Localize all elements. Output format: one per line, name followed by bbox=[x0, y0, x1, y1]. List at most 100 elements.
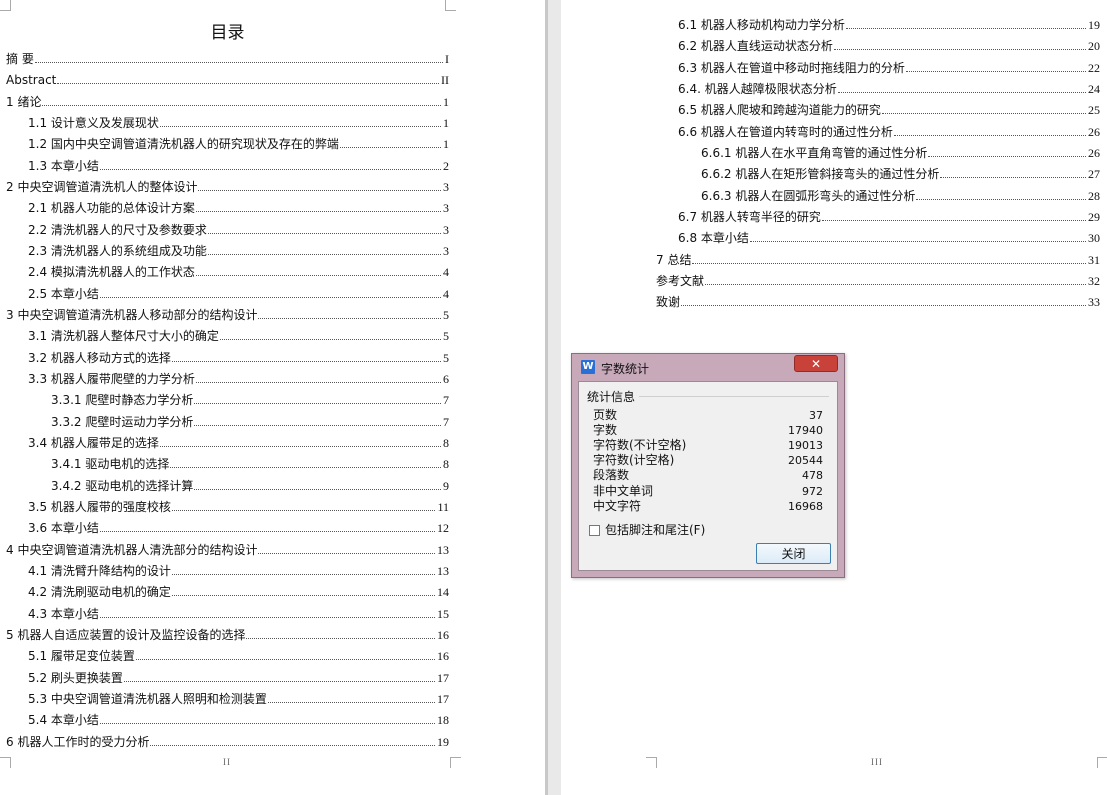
toc-page-number: 3 bbox=[443, 222, 449, 237]
toc-page-number: 6 bbox=[443, 371, 449, 386]
toc-leader-dots bbox=[171, 595, 435, 597]
toc-entry[interactable]: 4.2 清洗刷驱动电机的确定 14 bbox=[28, 585, 449, 599]
page-corner-mark bbox=[445, 0, 456, 11]
toc-entry[interactable]: 3.1 清洗机器人整体尺寸大小的确定 5 bbox=[28, 329, 449, 343]
toc-entry[interactable]: 5.2 刷头更换装置 17 bbox=[28, 671, 449, 685]
toc-page-number: 5 bbox=[443, 307, 449, 322]
toc-leader-dots bbox=[845, 28, 1086, 29]
toc-entry[interactable]: 2.5 本章小结 4 bbox=[28, 287, 449, 301]
toc-entry[interactable]: 4.3 本章小结 15 bbox=[28, 607, 449, 621]
toc-entry[interactable]: 致谢 33 bbox=[656, 295, 1100, 309]
toc-leader-dots bbox=[821, 219, 1086, 221]
toc-entry[interactable]: 6.4. 机器人越障极限状态分析 24 bbox=[678, 82, 1100, 96]
close-icon[interactable]: ✕ bbox=[794, 355, 838, 372]
toc-entry[interactable]: 6 机器人工作时的受力分析 19 bbox=[6, 735, 449, 749]
toc-entry[interactable]: 3.3.1 爬壁时静态力学分析 7 bbox=[51, 393, 449, 407]
toc-entry[interactable]: 参考文献 32 bbox=[656, 274, 1100, 288]
toc-page-number: 16 bbox=[437, 649, 449, 664]
toc-entry[interactable]: 2.2 清洗机器人的尺寸及参数要求 3 bbox=[28, 223, 449, 237]
stat-row: 字符数(不计空格) 19013 bbox=[593, 438, 823, 453]
toc-entry[interactable]: 6.7 机器人转弯半径的研究 29 bbox=[678, 210, 1100, 224]
toc-entry[interactable]: 1 绪论 1 bbox=[6, 95, 449, 109]
toc-leader-dots bbox=[692, 262, 1086, 264]
toc-entry[interactable]: 6.6.1 机器人在水平直角弯管的通过性分析 26 bbox=[701, 146, 1100, 160]
toc-entry[interactable]: 6.5 机器人爬坡和跨越沟道能力的研究 25 bbox=[678, 103, 1100, 117]
toc-page-number: 5 bbox=[443, 329, 449, 344]
toc-entry[interactable]: 6.6.3 机器人在圆弧形弯头的通过性分析 28 bbox=[701, 189, 1100, 203]
toc-leader-dots bbox=[195, 381, 441, 383]
toc-entry[interactable]: 4.1 清洗臂升降结构的设计 13 bbox=[28, 564, 449, 578]
toc-entry[interactable]: 5 机器人自适应装置的设计及监控设备的选择 16 bbox=[6, 628, 449, 642]
toc-entry[interactable]: 6.2 机器人直线运动状态分析 20 bbox=[678, 39, 1100, 53]
toc-leader-dots bbox=[171, 509, 436, 511]
toc-entry[interactable]: 5.4 本章小结 18 bbox=[28, 713, 449, 727]
toc-entry[interactable]: 6.6 机器人在管道内转弯时的通过性分析 26 bbox=[678, 125, 1100, 139]
stat-value: 478 bbox=[802, 469, 823, 483]
close-button[interactable]: 关闭 bbox=[756, 543, 831, 564]
page-corner-mark bbox=[1097, 757, 1107, 768]
toc-entry[interactable]: 3.4.2 驱动电机的选择计算 9 bbox=[51, 479, 449, 493]
toc-page-number: 1 bbox=[443, 94, 449, 109]
toc-entry[interactable]: 6.6.2 机器人在矩形管斜接弯头的通过性分析 27 bbox=[701, 167, 1100, 181]
toc-entry[interactable]: 6.3 机器人在管道中移动时拖线阻力的分析 22 bbox=[678, 61, 1100, 75]
toc-entry[interactable]: 3.3.2 爬壁时运动力学分析 7 bbox=[51, 415, 449, 429]
document-page-left[interactable]: 目录 摘 要 I Abstract II 1 绪论 1 1.1 设计意义及发展现状 1 1.2 … bbox=[0, 0, 545, 795]
checkbox-icon[interactable] bbox=[589, 525, 600, 536]
toc-leader-dots bbox=[940, 177, 1086, 179]
toc-entry[interactable]: 5.1 履带足变位装置 16 bbox=[28, 649, 449, 663]
toc-entry[interactable]: 3.3 机器人履带爬壁的力学分析 6 bbox=[28, 372, 449, 386]
toc-page-number: 3 bbox=[443, 243, 449, 258]
toc-entry[interactable]: 4 中央空调管道清洗机器人清洗部分的结构设计 13 bbox=[6, 543, 449, 557]
toc-leader-dots bbox=[42, 104, 441, 106]
toc-entry[interactable]: 1.2 国内中央空调管道清洗机器人的研究现状及存在的弊端 1 bbox=[28, 137, 449, 151]
toc-entry[interactable]: 3.2 机器人移动方式的选择 5 bbox=[28, 351, 449, 365]
toc-entry[interactable]: 2 中央空调管道清洗机人的整体设计 3 bbox=[6, 180, 449, 194]
toc-entry-text: Abstract bbox=[6, 73, 57, 88]
toc-page-number: 31 bbox=[1088, 252, 1100, 267]
toc-leader-dots bbox=[159, 445, 441, 447]
stat-value: 16968 bbox=[788, 499, 823, 513]
toc-leader-dots bbox=[893, 134, 1086, 136]
toc-entry[interactable]: 1.1 设计意义及发展现状 1 bbox=[28, 116, 449, 130]
toc-entry-text: 2 中央空调管道清洗机人的整体设计 bbox=[6, 179, 198, 194]
toc-entry[interactable]: 7 总结 31 bbox=[656, 253, 1100, 267]
toc-leader-dots bbox=[258, 317, 441, 319]
toc-leader-dots bbox=[207, 232, 441, 234]
toc-entry[interactable]: 2.1 机器人功能的总体设计方案 3 bbox=[28, 201, 449, 215]
toc-entry-text: 6.6.3 机器人在圆弧形弯头的通过性分析 bbox=[701, 188, 916, 203]
toc-entry[interactable]: 摘 要I bbox=[6, 52, 449, 66]
toc-leader-dots bbox=[246, 637, 435, 639]
toc-leader-dots bbox=[928, 155, 1086, 157]
dialog-titlebar[interactable]: W 字数统计 ✕ bbox=[572, 354, 844, 380]
toc-entry[interactable]: 6.8 本章小结 30 bbox=[678, 231, 1100, 245]
toc-entry[interactable]: Abstract II bbox=[6, 73, 449, 87]
toc-entry[interactable]: 3.5 机器人履带的强度校核 11 bbox=[28, 500, 449, 514]
toc-entry[interactable]: 1.3 本章小结 2 bbox=[28, 159, 449, 173]
toc-page-number: 33 bbox=[1088, 295, 1100, 310]
toc-leader-dots bbox=[681, 305, 1086, 307]
dialog-body: 统计信息 页数 37 字数 17940 字符数(不计空格) 19013 字符数(计空格) 20… bbox=[578, 381, 838, 571]
toc-page-number: 13 bbox=[437, 563, 449, 578]
toc-leader-dots bbox=[194, 488, 441, 490]
toc-entry[interactable]: 3.4.1 驱动电机的选择 8 bbox=[51, 457, 449, 471]
toc-entry[interactable]: 2.4 模拟清洗机器人的工作状态 4 bbox=[28, 265, 449, 279]
toc-entry[interactable]: 3.6 本章小结 12 bbox=[28, 521, 449, 535]
toc-leader-dots bbox=[833, 49, 1086, 51]
toc-leader-dots bbox=[207, 253, 441, 255]
toc-entry[interactable]: 3 中央空调管道清洗机器人移动部分的结构设计 5 bbox=[6, 308, 449, 322]
toc-entry[interactable]: 5.3 中央空调管道清洗机器人照明和检测装置 17 bbox=[28, 692, 449, 706]
toc-page-number: 1 bbox=[443, 115, 449, 130]
toc-leader-dots bbox=[34, 62, 443, 63]
toc-entry[interactable]: 6.1 机器人移动机构动力学分析 19 bbox=[678, 18, 1100, 32]
toc-entry-text: 1 绪论 bbox=[6, 94, 42, 109]
stat-label: 字符数(不计空格) bbox=[593, 438, 687, 453]
toc-entry[interactable]: 3.4 机器人履带足的选择 8 bbox=[28, 436, 449, 450]
toc-entry-text: 6.2 机器人直线运动状态分析 bbox=[678, 39, 833, 54]
toc-page-number: 32 bbox=[1088, 273, 1100, 288]
include-footnotes-checkbox[interactable]: 包括脚注和尾注(F) bbox=[589, 523, 705, 537]
stats-group-label: 统计信息 bbox=[587, 388, 640, 405]
toc-entry-text: 3.4 机器人履带足的选择 bbox=[28, 435, 159, 450]
toc-leader-dots bbox=[705, 283, 1086, 285]
toc-page-number: 3 bbox=[443, 179, 449, 194]
toc-entry[interactable]: 2.3 清洗机器人的系统组成及功能 3 bbox=[28, 244, 449, 258]
